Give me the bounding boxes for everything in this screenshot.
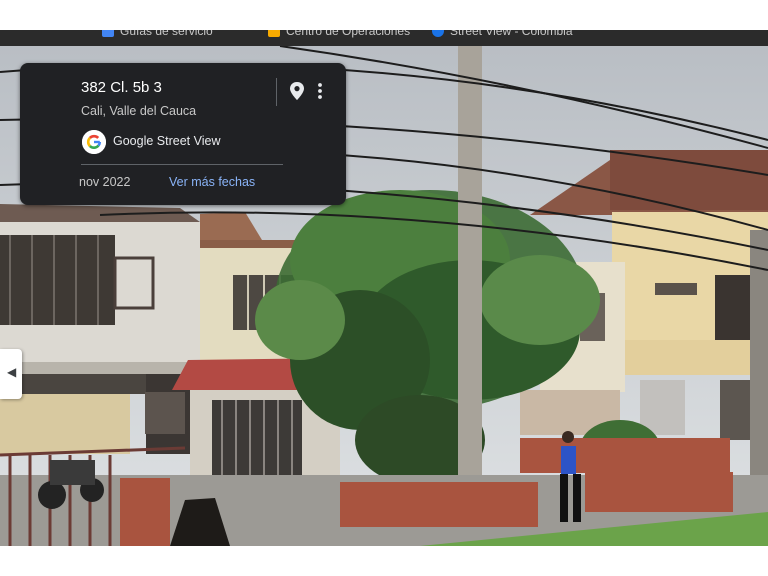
see-more-dates-link[interactable]: Ver más fechas [169, 175, 255, 189]
bookmark-icon [102, 30, 114, 37]
card-divider [276, 78, 277, 106]
location-pin-icon [290, 82, 304, 100]
bookmark-label: Guías de servicio [120, 30, 213, 38]
collapse-panel-button[interactable]: ◀ [0, 349, 22, 399]
street-view-icon [432, 30, 444, 37]
address-title: 382 Cl. 5b 3 [81, 79, 162, 96]
folder-icon [268, 30, 280, 37]
page-bottom-strip [0, 546, 768, 576]
left-house [0, 204, 200, 454]
bookmark-item[interactable]: Centro de Operaciones [268, 30, 410, 38]
chevron-left-icon: ◀ [7, 365, 17, 379]
google-g-logo-icon [82, 130, 106, 154]
capture-date-label: nov 2022 [79, 175, 131, 189]
bookmark-item[interactable]: Street View - Colombia [432, 30, 573, 38]
utility-pole [458, 46, 482, 546]
locality-label: Cali, Valle del Cauca [81, 104, 197, 118]
street-view-source-label: Google Street View [113, 134, 221, 148]
location-info-card: 382 Cl. 5b 3 Cali, Valle del Cauca Googl… [20, 63, 346, 205]
bookmark-label: Centro de Operaciones [286, 30, 411, 38]
bookmarks-bar: Guías de servicio Centro de Operaciones … [0, 30, 768, 46]
more-vert-icon [318, 83, 322, 99]
location-pin-button[interactable] [286, 79, 308, 103]
bookmark-label: Street View - Colombia [450, 30, 573, 38]
browser-top-strip [0, 0, 768, 30]
more-options-button[interactable] [312, 79, 328, 103]
bookmark-item[interactable]: Guías de servicio [102, 30, 213, 38]
card-separator [81, 164, 283, 165]
